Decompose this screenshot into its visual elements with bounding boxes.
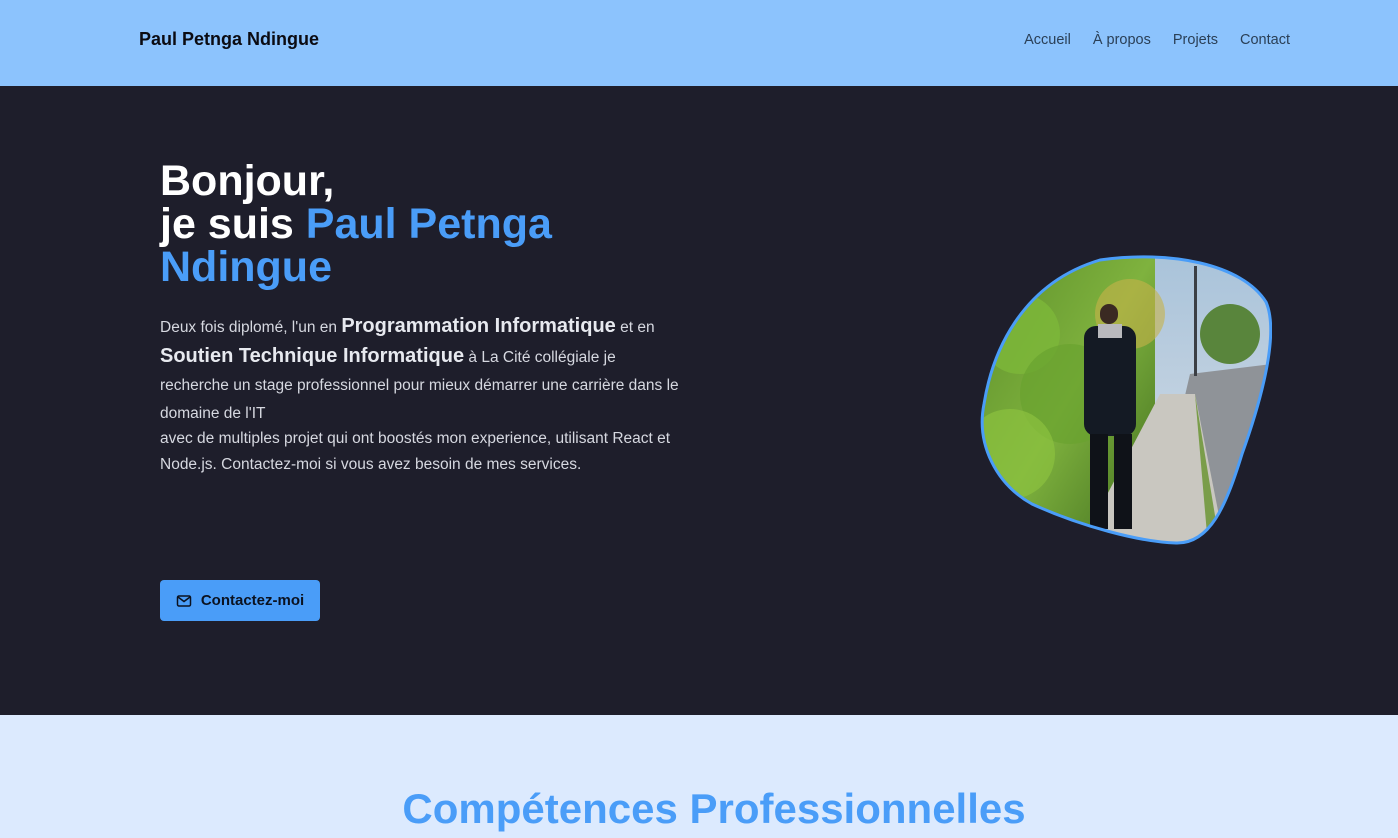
brand-name[interactable]: Paul Petnga Ndingue bbox=[139, 29, 319, 50]
navbar: Paul Petnga Ndingue Accueil À propos Pro… bbox=[0, 0, 1398, 86]
nav-link-projets[interactable]: Projets bbox=[1173, 32, 1218, 48]
hero-section: Bonjour, je suis Paul Petnga Ndingue Deu… bbox=[0, 86, 1398, 715]
contact-button[interactable]: Contactez-moi bbox=[160, 580, 320, 621]
hero-greeting: Bonjour, bbox=[160, 157, 335, 205]
nav-link-contact[interactable]: Contact bbox=[1240, 32, 1290, 48]
hero-intro: je suis bbox=[160, 200, 306, 248]
contact-button-label: Contactez-moi bbox=[200, 592, 305, 609]
desc-part1: Deux fois diplomé, l'un en bbox=[160, 319, 342, 336]
nav-links: Accueil À propos Projets Contact bbox=[1024, 32, 1290, 48]
desc-line2: avec de multiples projet qui ont boostés… bbox=[160, 430, 671, 473]
skills-section: Compétences Professionnelles bbox=[0, 715, 1398, 838]
hero-description: Deux fois diplomé, l'un en Programmation… bbox=[160, 312, 680, 478]
skills-title: Compétences Professionnelles bbox=[402, 785, 1026, 832]
mail-icon bbox=[176, 594, 192, 607]
profile-photo bbox=[980, 254, 1272, 546]
desc-highlight-soutien: Soutien Technique Informatique bbox=[160, 345, 465, 367]
hero-name-line1: Paul Petnga bbox=[305, 200, 552, 248]
hero-name-line2: Ndingue bbox=[160, 243, 332, 291]
nav-link-accueil[interactable]: Accueil bbox=[1024, 32, 1071, 48]
desc-highlight-programmation: Programmation Informatique bbox=[341, 315, 616, 337]
desc-part2: et en bbox=[615, 319, 655, 336]
nav-link-a-propos[interactable]: À propos bbox=[1093, 32, 1151, 48]
hero-title: Bonjour, je suis Paul Petnga Ndingue bbox=[160, 160, 620, 289]
